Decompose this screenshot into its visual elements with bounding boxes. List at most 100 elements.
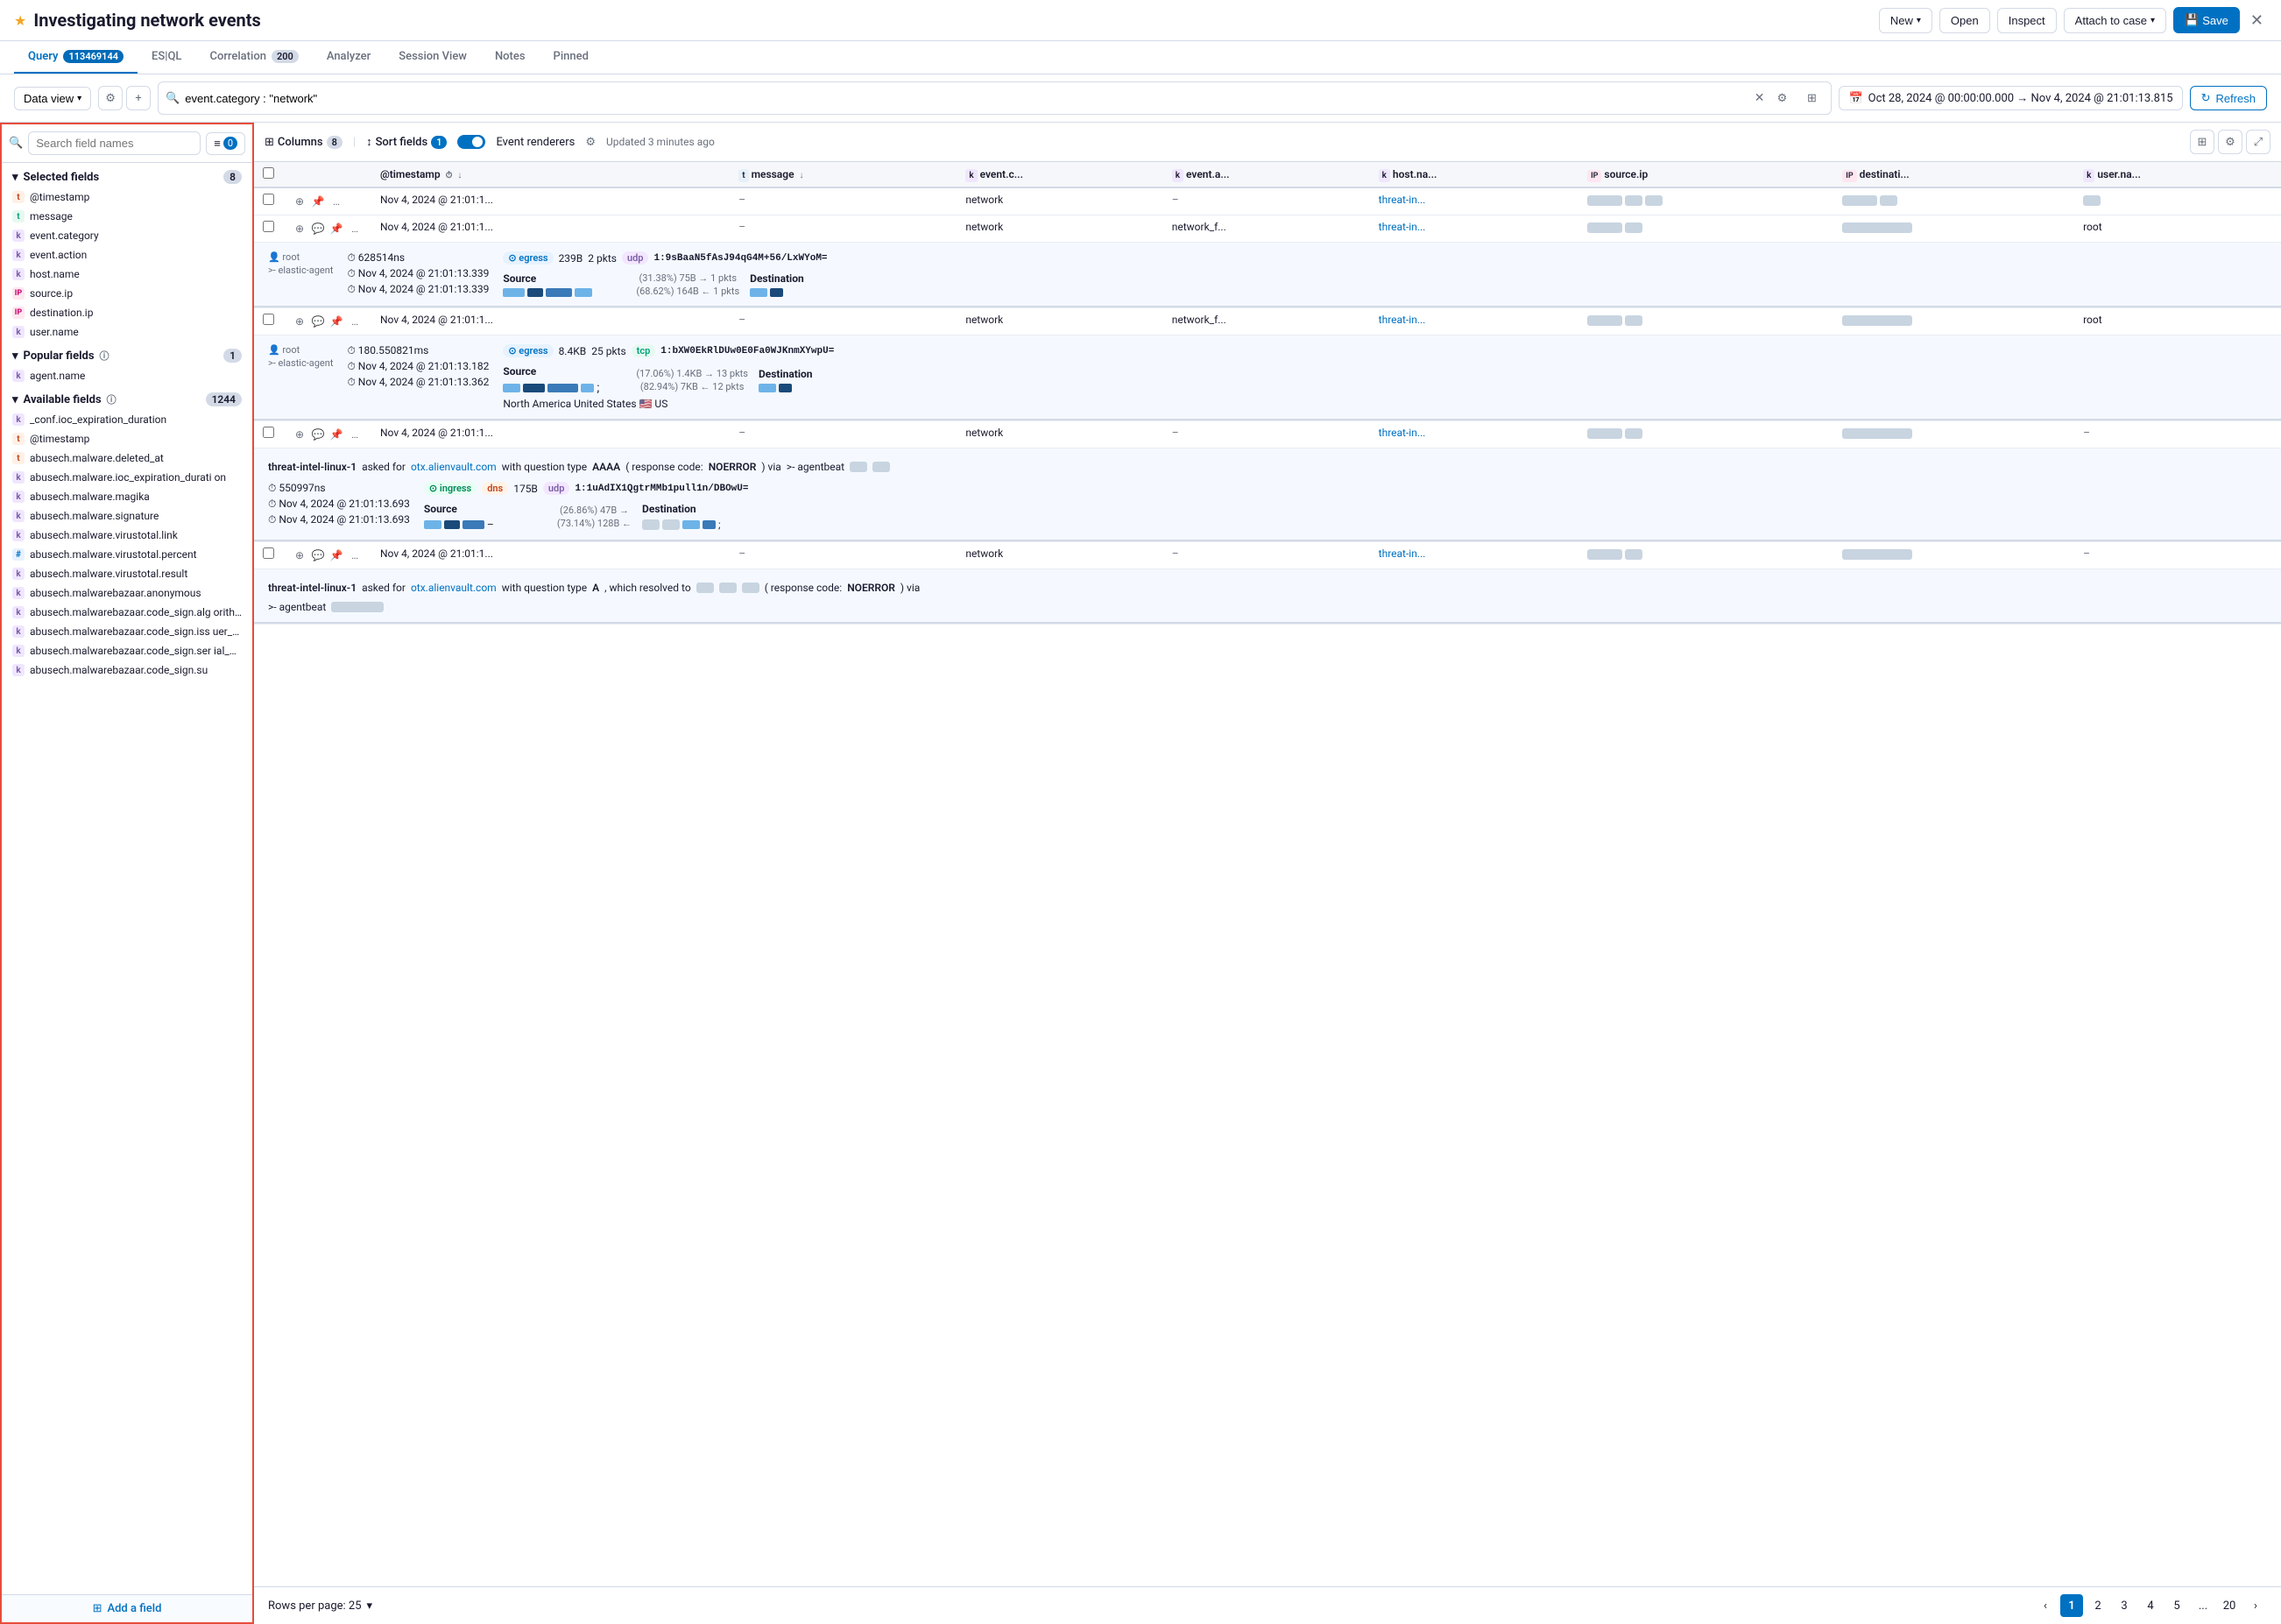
field-item-user-name[interactable]: k user.name	[2, 322, 252, 342]
page-2-button[interactable]: 2	[2087, 1594, 2109, 1617]
chat-icon[interactable]: 💬	[310, 314, 326, 329]
field-item-message[interactable]: t message	[2, 207, 252, 226]
field-item-abusech-signature[interactable]: k abusech.malware.signature	[2, 506, 252, 526]
search-input[interactable]	[185, 92, 1748, 105]
tab-correlation[interactable]: Correlation 200	[195, 41, 312, 74]
available-fields-section-header[interactable]: ▾ Available fields ⓘ 1244	[2, 385, 252, 410]
table-fullscreen-icon[interactable]: ⤢	[2246, 130, 2270, 154]
expand-icon[interactable]: ⊕	[292, 547, 307, 563]
rows-per-page-selector[interactable]: Rows per page: 25 ▾	[268, 1599, 372, 1613]
pin-icon[interactable]: 📌	[328, 314, 344, 329]
field-item-abusech-code-su[interactable]: k abusech.malwarebazaar.code_sign.su	[2, 660, 252, 680]
close-button[interactable]: ✕	[2247, 8, 2267, 33]
tab-analyzer[interactable]: Analyzer	[313, 41, 385, 74]
field-item-abusech-vt-link[interactable]: k abusech.malware.virustotal.link	[2, 526, 252, 545]
pin-icon[interactable]: 📌	[310, 194, 326, 209]
refresh-button[interactable]: ↻ Refresh	[2190, 86, 2267, 110]
expand-icon[interactable]: ⊕	[292, 221, 307, 237]
th-host-name[interactable]: k host.na...	[1370, 162, 1578, 187]
more-icon[interactable]: …	[347, 427, 363, 442]
more-icon[interactable]: …	[347, 221, 363, 237]
data-view-button[interactable]: Data view ▾	[14, 87, 91, 110]
field-search-input[interactable]	[28, 131, 201, 155]
chat-icon[interactable]: 💬	[310, 427, 326, 442]
clear-search-button[interactable]: ✕	[1755, 91, 1765, 105]
field-item-agent-name[interactable]: k agent.name	[2, 366, 252, 385]
pin-icon[interactable]: 📌	[328, 427, 344, 442]
row-checkbox[interactable]	[263, 314, 274, 325]
row-checkbox[interactable]	[263, 427, 274, 438]
th-destination[interactable]: IP destinati...	[1833, 162, 2074, 187]
prev-page-button[interactable]: ‹	[2034, 1594, 2057, 1617]
th-message[interactable]: t message ↓	[730, 162, 957, 187]
field-item-destination-ip[interactable]: IP destination.ip	[2, 303, 252, 322]
add-field-button[interactable]: ⊞ Add a field	[2, 1594, 252, 1622]
cell-user-name: root	[2074, 308, 2281, 335]
field-filter-button[interactable]: ≡ 0	[206, 132, 245, 155]
new-button[interactable]: New ▾	[1879, 8, 1932, 33]
field-item-source-ip[interactable]: IP source.ip	[2, 284, 252, 303]
more-icon[interactable]: …	[328, 194, 344, 209]
popular-fields-section-header[interactable]: ▾ Popular fields ⓘ 1	[2, 342, 252, 366]
th-source-ip[interactable]: IP source.ip	[1578, 162, 1833, 187]
field-item-abusech-deleted[interactable]: t abusech.malware.deleted_at	[2, 448, 252, 468]
tab-esql[interactable]: ES|QL	[138, 41, 195, 74]
row-checkbox[interactable]	[263, 194, 274, 205]
field-item-abusech-code-issuer[interactable]: k abusech.malwarebazaar.code_sign.iss ue…	[2, 622, 252, 641]
field-item-abusech-code-serial[interactable]: k abusech.malwarebazaar.code_sign.ser ia…	[2, 641, 252, 660]
select-all-checkbox[interactable]	[263, 167, 274, 179]
expand-icon[interactable]: ⊕	[292, 314, 307, 329]
field-item-abusech-vt-result[interactable]: k abusech.malware.virustotal.result	[2, 564, 252, 583]
chat-icon[interactable]: 💬	[310, 547, 326, 563]
page-4-button[interactable]: 4	[2139, 1594, 2162, 1617]
field-item-abusech-code-alg[interactable]: k abusech.malwarebazaar.code_sign.alg or…	[2, 603, 252, 622]
table-layout-icon[interactable]: ⊞	[2190, 130, 2214, 154]
open-button[interactable]: Open	[1939, 8, 1990, 33]
next-page-button[interactable]: ›	[2244, 1594, 2267, 1617]
field-item-abusech-anon[interactable]: k abusech.malwarebazaar.anonymous	[2, 583, 252, 603]
expand-icon[interactable]: ⊕	[292, 427, 307, 442]
th-event-action[interactable]: k event.a...	[1163, 162, 1370, 187]
row-checkbox[interactable]	[263, 547, 274, 559]
expand-icon[interactable]: ⊕	[292, 194, 307, 209]
th-user-name[interactable]: k user.na...	[2074, 162, 2281, 187]
tab-notes[interactable]: Notes	[481, 41, 540, 74]
more-icon[interactable]: …	[347, 547, 363, 563]
th-event-category[interactable]: k event.c...	[957, 162, 1162, 187]
tab-query[interactable]: Query 113469144	[14, 41, 138, 74]
add-filter-button[interactable]: +	[126, 86, 151, 110]
field-item-event-category[interactable]: k event.category	[2, 226, 252, 245]
field-item-event-action[interactable]: k event.action	[2, 245, 252, 265]
chat-icon[interactable]: 💬	[310, 221, 326, 237]
save-button[interactable]: 💾 Save	[2173, 7, 2240, 33]
table-settings-icon[interactable]: ⚙	[2218, 130, 2242, 154]
field-item-host-name[interactable]: k host.name	[2, 265, 252, 284]
pin-icon[interactable]: 📌	[328, 221, 344, 237]
tab-session-view[interactable]: Session View	[385, 41, 481, 74]
field-item-timestamp-avail[interactable]: t @timestamp	[2, 429, 252, 448]
filter-button[interactable]: ⚙	[98, 86, 123, 110]
field-item-timestamp[interactable]: t @timestamp	[2, 187, 252, 207]
page-5-button[interactable]: 5	[2165, 1594, 2188, 1617]
date-range-picker[interactable]: 📅 Oct 28, 2024 @ 00:00:00.000 → Nov 4, 2…	[1839, 86, 2182, 110]
page-3-button[interactable]: 3	[2113, 1594, 2136, 1617]
field-item-abusech-magika[interactable]: k abusech.malware.magika	[2, 487, 252, 506]
field-item-conf-ioc[interactable]: k _conf.ioc_expiration_duration	[2, 410, 252, 429]
event-renderers-toggle[interactable]	[457, 135, 485, 149]
attach-to-case-button[interactable]: Attach to case ▾	[2064, 8, 2166, 33]
inspect-button[interactable]: Inspect	[1997, 8, 2057, 33]
field-item-abusech-ioc-exp[interactable]: k abusech.malware.ioc_expiration_durati …	[2, 468, 252, 487]
selected-fields-section-header[interactable]: ▾ Selected fields 8	[2, 163, 252, 187]
more-icon[interactable]: …	[347, 314, 363, 329]
sort-fields-button[interactable]: ↕ Sort fields 1	[366, 135, 447, 149]
page-1-button[interactable]: 1	[2060, 1594, 2083, 1617]
page-20-button[interactable]: 20	[2218, 1594, 2241, 1617]
field-item-abusech-vt-pct[interactable]: # abusech.malware.virustotal.percent	[2, 545, 252, 564]
columns-button[interactable]: ⊞ Columns 8	[265, 136, 343, 149]
search-settings-icon[interactable]: ⚙	[1769, 86, 1794, 110]
search-share-icon[interactable]: ⊞	[1799, 86, 1824, 110]
pin-icon[interactable]: 📌	[328, 547, 344, 563]
row-checkbox[interactable]	[263, 221, 274, 232]
th-timestamp[interactable]: @timestamp ⏱ ↓	[371, 162, 730, 187]
tab-pinned[interactable]: Pinned	[540, 41, 603, 74]
